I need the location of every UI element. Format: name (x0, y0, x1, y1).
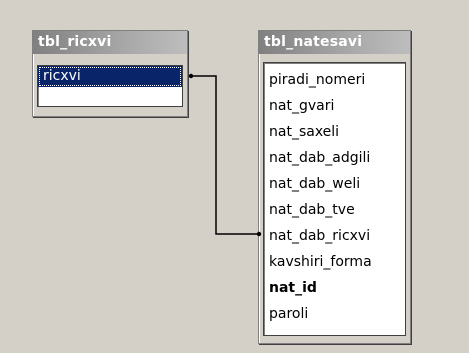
relationship-endpoint-left (188, 73, 194, 79)
relationship-endpoint-right (256, 231, 262, 237)
relationship-line[interactable] (0, 0, 469, 353)
relationship-path[interactable] (191, 75, 261, 235)
